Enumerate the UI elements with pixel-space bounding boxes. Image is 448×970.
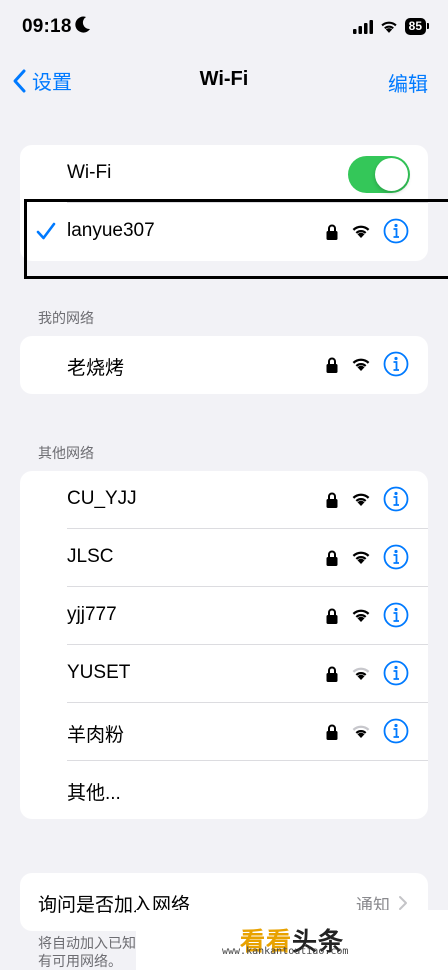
info-icon[interactable]: [383, 544, 409, 570]
chevron-right-icon: [399, 896, 407, 910]
lock-icon: [326, 492, 338, 508]
battery-icon: 85: [404, 18, 430, 35]
network-row[interactable]: JLSC: [20, 529, 428, 587]
edit-button[interactable]: 编辑: [388, 68, 428, 97]
watermark-url: www.kankantoutiao.com: [222, 946, 349, 957]
info-icon[interactable]: [383, 718, 409, 744]
watermark: 看看头条 www.kankantoutiao.com: [136, 910, 448, 970]
network-row[interactable]: 羊肉粉: [20, 703, 428, 761]
wifi-icon: [352, 551, 370, 564]
network-row[interactable]: 老烧烤: [20, 336, 428, 394]
other-network-label: 其他...: [67, 783, 121, 804]
lock-icon: [326, 724, 338, 740]
wifi-icon: [352, 493, 370, 506]
nav-bar: 设置 Wi-Fi 编辑: [0, 52, 448, 108]
network-name: JLSC: [67, 546, 114, 567]
moon-icon: [75, 16, 90, 33]
lock-icon: [326, 608, 338, 624]
network-name: 老烧烤: [67, 358, 125, 379]
wifi-icon: [352, 358, 370, 371]
cellular-icon: [352, 19, 373, 34]
info-icon[interactable]: [383, 351, 409, 377]
my-networks-group: 老烧烤: [20, 336, 428, 394]
lock-icon: [326, 666, 338, 682]
network-row[interactable]: yjj777: [20, 587, 428, 645]
wifi-icon: [381, 21, 397, 33]
lock-icon: [326, 357, 338, 373]
info-icon[interactable]: [383, 660, 409, 686]
network-name: CU_YJJ: [67, 488, 137, 509]
wifi-toggle-row: Wi-Fi: [20, 145, 428, 203]
wifi-icon: [352, 609, 370, 622]
page-title: Wi-Fi: [199, 68, 249, 90]
network-name: 羊肉粉: [67, 725, 125, 746]
network-row[interactable]: CU_YJJ: [20, 471, 428, 529]
info-icon[interactable]: [383, 602, 409, 628]
wifi-toggle-label: Wi-Fi: [67, 162, 112, 183]
network-name: YUSET: [67, 662, 131, 683]
other-networks-group: CU_YJJ JLSC yjj777 YUSET 羊肉粉 其他...: [20, 471, 428, 819]
info-icon[interactable]: [383, 486, 409, 512]
network-row[interactable]: YUSET: [20, 645, 428, 703]
network-name: yjj777: [67, 604, 117, 625]
status-time: 09:18: [22, 16, 72, 37]
other-network-row[interactable]: 其他...: [20, 761, 428, 819]
other-networks-header: 其他网络: [38, 445, 94, 461]
lock-icon: [326, 550, 338, 566]
wifi-weak-icon: [352, 667, 370, 680]
status-bar: 09:18 85: [0, 0, 448, 52]
my-networks-header: 我的网络: [38, 310, 94, 326]
highlight-box: [24, 199, 448, 279]
wifi-weak-icon: [352, 725, 370, 738]
wifi-toggle[interactable]: [348, 156, 410, 193]
status-indicators: 85: [352, 18, 430, 35]
